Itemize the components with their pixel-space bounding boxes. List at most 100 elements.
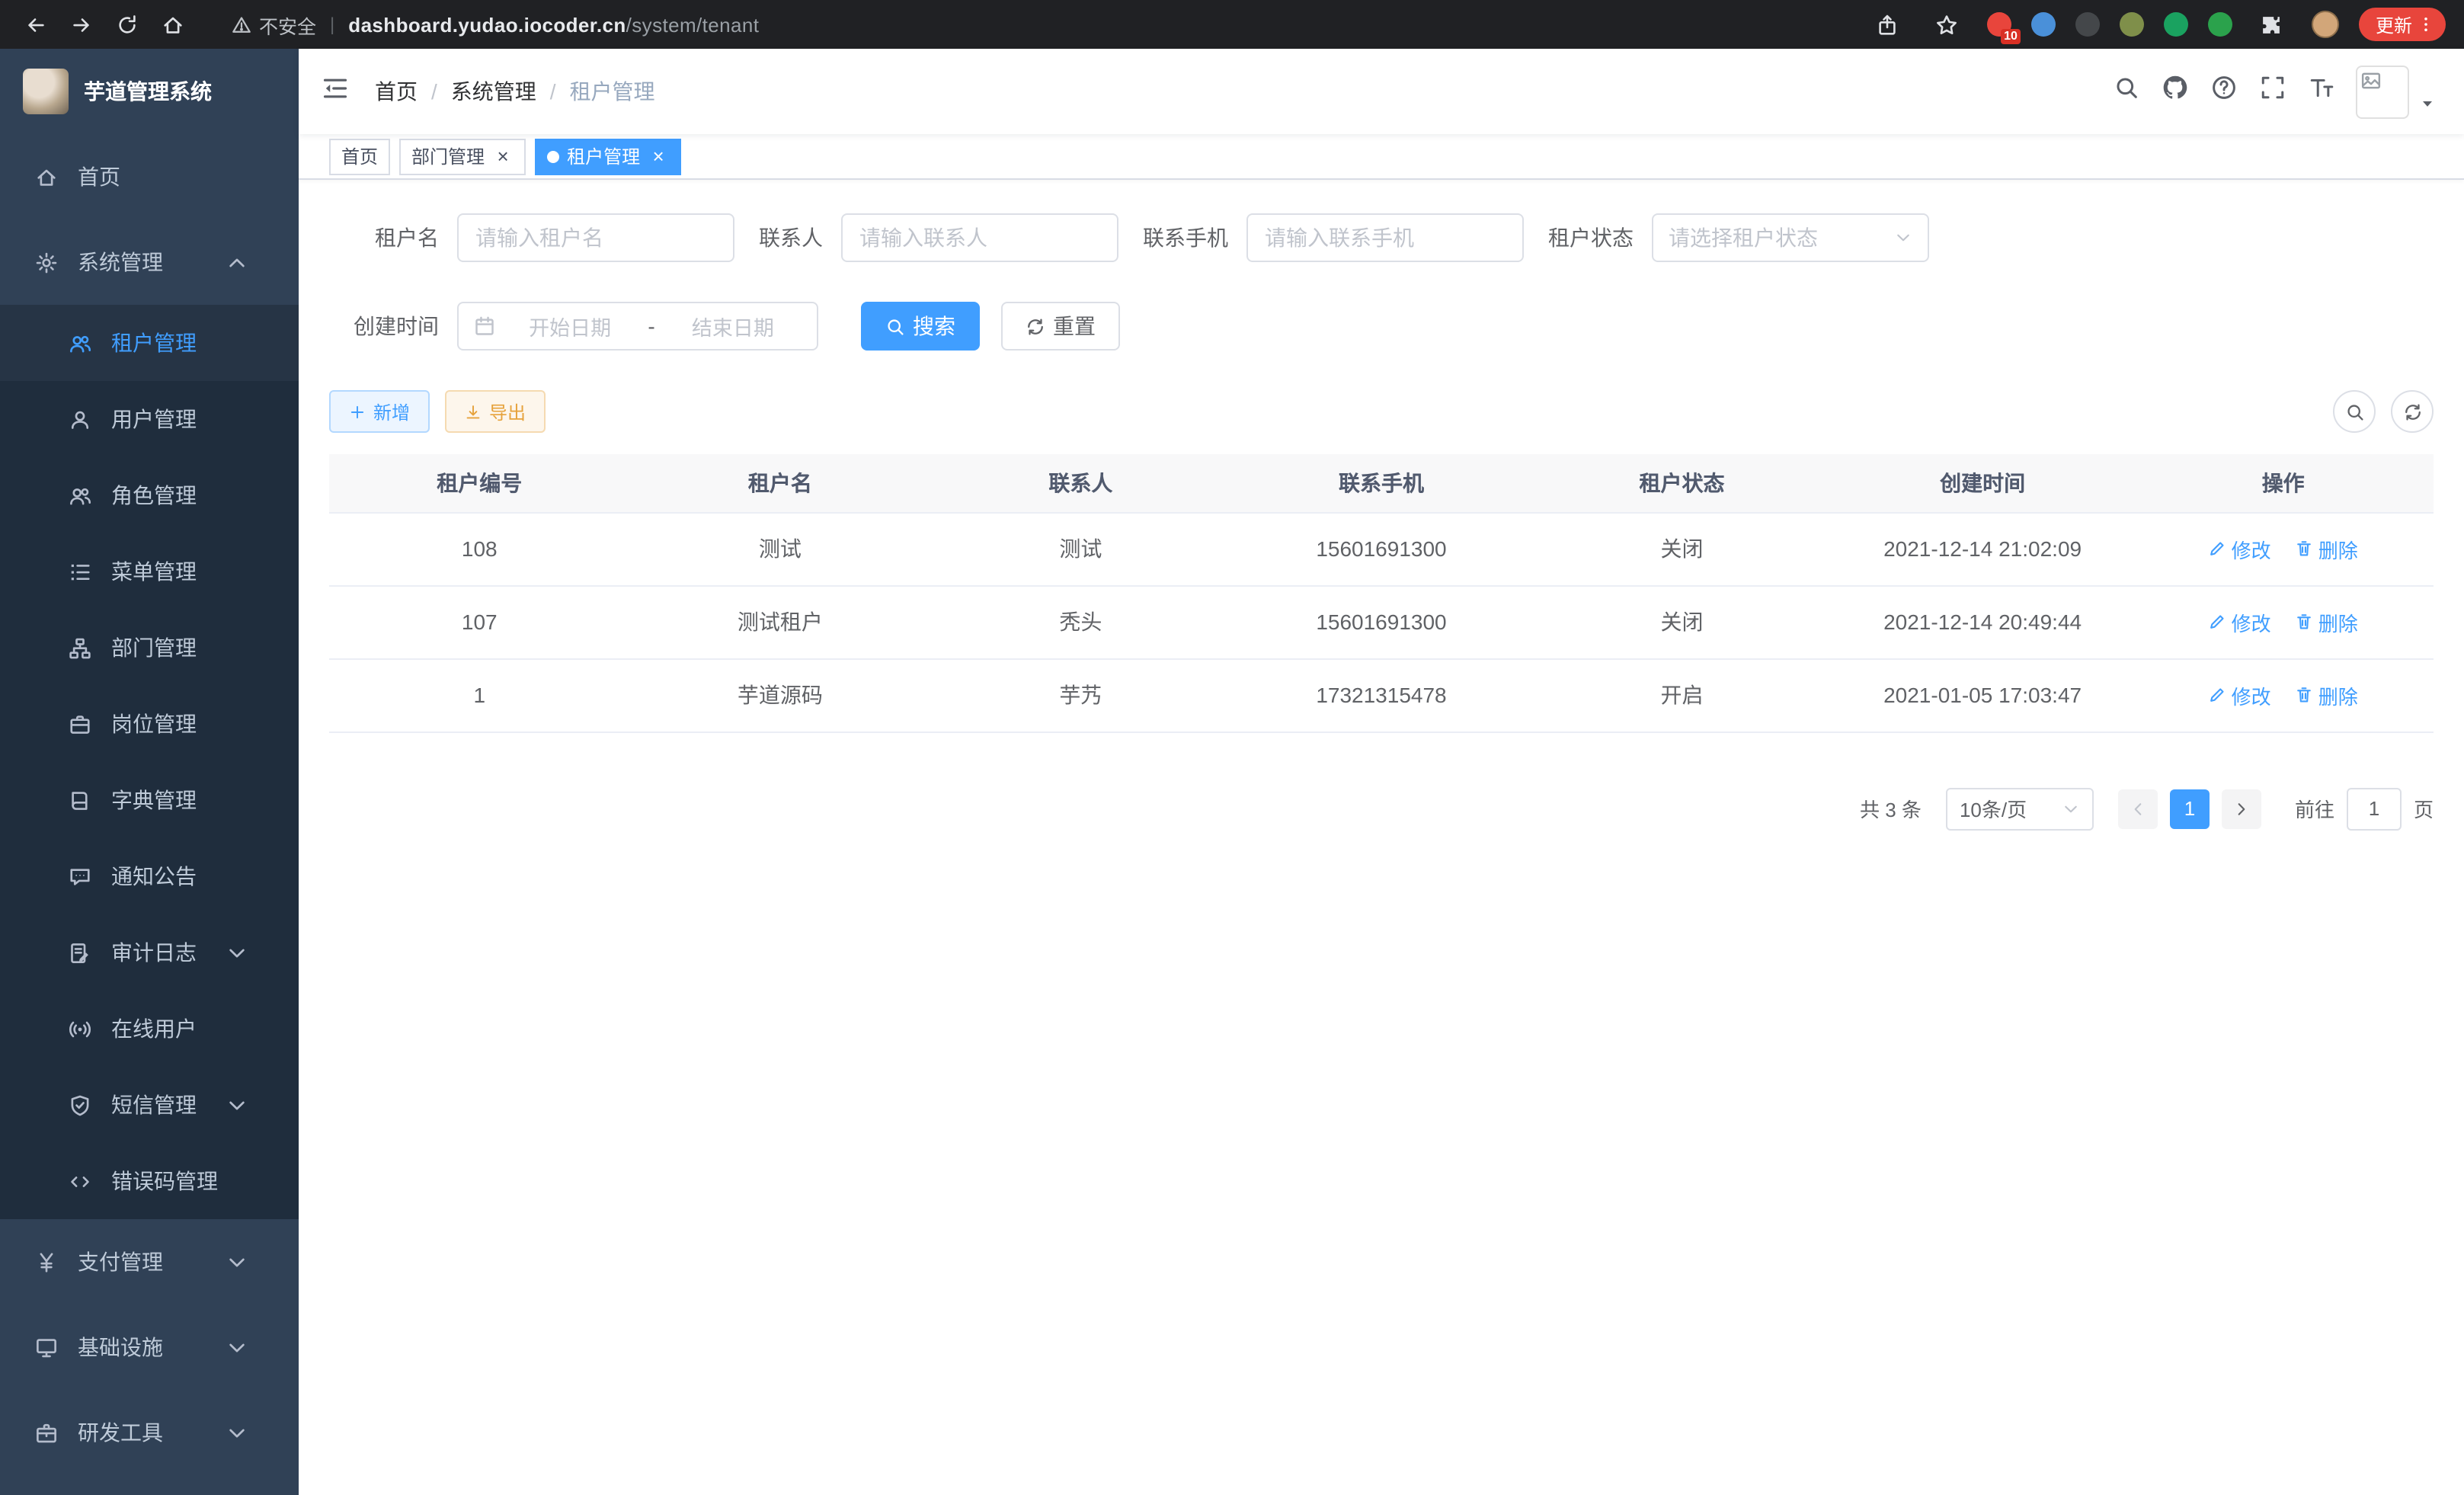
refresh-table-button[interactable] <box>2391 390 2434 433</box>
sidebar-item-user[interactable]: 用户管理 <box>0 381 299 457</box>
column-header: 租户编号 <box>329 454 630 512</box>
update-button[interactable]: 更新 <box>2359 8 2446 41</box>
sidebar-item-label: 岗位管理 <box>111 709 197 739</box>
current-page-button[interactable]: 1 <box>2170 789 2210 828</box>
add-button-label: 新增 <box>373 399 410 424</box>
sidebar-item-dept[interactable]: 部门管理 <box>0 610 299 686</box>
tab-3[interactable]: 租户管理× <box>535 138 681 174</box>
question-button[interactable] <box>2211 75 2237 108</box>
sidebar-item-label: 字典管理 <box>111 785 197 815</box>
github-button[interactable] <box>2162 75 2188 108</box>
sidebar-item-role[interactable]: 角色管理 <box>0 457 299 533</box>
sidebar-item-infra[interactable]: 基础设施 <box>0 1305 299 1390</box>
filter-input-3[interactable] <box>1246 213 1524 262</box>
fold-icon <box>322 74 349 101</box>
sidebar-item-devtool[interactable]: 研发工具 <box>0 1390 299 1475</box>
next-page-button[interactable] <box>2222 789 2261 828</box>
tab-1[interactable]: 首页 <box>329 138 390 174</box>
font-size-button[interactable] <box>2309 75 2334 108</box>
page-unit-label: 页 <box>2414 794 2434 823</box>
address-bar[interactable]: 不安全 | dashboard.yudao.iocoder.cn/system/… <box>232 10 1868 39</box>
cell-id: 107 <box>329 585 630 658</box>
close-icon[interactable]: × <box>648 146 669 167</box>
security-status[interactable]: 不安全 <box>232 10 316 39</box>
sidebar-item-home[interactable]: 首页 <box>0 134 299 219</box>
sidebar-toggle-button[interactable] <box>299 74 372 109</box>
reset-button[interactable]: 重置 <box>1001 302 1120 351</box>
date-range-picker[interactable]: 开始日期 - 结束日期 <box>457 302 818 351</box>
sidebar-item-label: 用户管理 <box>111 404 197 434</box>
date-start-input[interactable]: 开始日期 <box>501 311 638 341</box>
column-header: 租户名 <box>630 454 931 512</box>
user-avatar[interactable] <box>2356 65 2409 118</box>
avatar-caret-down-icon[interactable] <box>2418 94 2437 112</box>
filter-field-3: 联系手机 <box>1143 213 1524 262</box>
extension-red-icon[interactable]: 10 <box>1987 12 2011 37</box>
tenant-status-select[interactable]: 请选择租户状态 <box>1652 213 1929 262</box>
code-icon <box>67 1170 91 1192</box>
date-end-input[interactable]: 结束日期 <box>664 311 802 341</box>
delete-button[interactable]: 删除 <box>2296 534 2358 563</box>
page-size-select[interactable]: 10条/页 <box>1946 787 2094 830</box>
extension-dark-icon[interactable] <box>2075 12 2100 37</box>
edit-button[interactable]: 修改 <box>2209 680 2271 709</box>
extension-badge: 10 <box>2001 29 2021 44</box>
toggle-search-button[interactable] <box>2333 390 2376 433</box>
star-icon <box>1936 13 1959 36</box>
extension-teal-icon[interactable] <box>2208 12 2232 37</box>
sidebar-item-errorcode[interactable]: 错误码管理 <box>0 1143 299 1219</box>
chevron-down-icon <box>224 1421 248 1444</box>
question-icon <box>2211 75 2237 101</box>
goto-page-input[interactable] <box>2347 787 2402 830</box>
chevron-up-icon <box>224 251 248 274</box>
extension-olive-icon[interactable] <box>2120 12 2144 37</box>
sidebar-item-menu[interactable]: 菜单管理 <box>0 533 299 610</box>
edit-label: 修改 <box>2232 680 2271 709</box>
broken-image-icon <box>2360 69 2382 91</box>
edit-button[interactable]: 修改 <box>2209 607 2271 636</box>
browser-actions: 10 更新 <box>1868 5 2449 44</box>
app-body: 芋道管理系统 首页系统管理租户管理用户管理角色管理菜单管理部门管理岗位管理字典管… <box>0 49 2464 1495</box>
fullscreen-button[interactable] <box>2260 75 2286 108</box>
sidebar-item-post[interactable]: 岗位管理 <box>0 686 299 762</box>
app-logo[interactable]: 芋道管理系统 <box>0 49 299 134</box>
filter-input-2[interactable] <box>841 213 1118 262</box>
sidebar-item-auditlog[interactable]: 审计日志 <box>0 914 299 991</box>
table-header-row: 租户编号租户名联系人联系手机租户状态创建时间操作 <box>329 454 2434 512</box>
reload-button[interactable] <box>107 5 146 44</box>
export-button[interactable]: 导出 <box>445 390 546 433</box>
extension-blue-icon[interactable] <box>2031 12 2056 37</box>
search-button[interactable] <box>2114 75 2139 108</box>
home-button[interactable] <box>152 5 192 44</box>
cell-created: 2021-12-14 20:49:44 <box>1832 585 2133 658</box>
delete-button[interactable]: 删除 <box>2296 680 2358 709</box>
sidebar-item-label: 系统管理 <box>78 247 163 277</box>
extensions-button[interactable] <box>2252 5 2292 44</box>
sms-icon <box>67 1093 91 1116</box>
sidebar-item-notice[interactable]: 通知公告 <box>0 838 299 914</box>
cell-phone: 15601691300 <box>1231 512 1532 585</box>
edit-button[interactable]: 修改 <box>2209 534 2271 563</box>
delete-button[interactable]: 删除 <box>2296 607 2358 636</box>
extension-green-icon[interactable] <box>2164 12 2188 37</box>
breadcrumb-item-2[interactable]: 系统管理 <box>451 76 536 107</box>
sidebar-item-tenant[interactable]: 租户管理 <box>0 305 299 381</box>
back-button[interactable] <box>15 5 55 44</box>
sidebar-item-online[interactable]: 在线用户 <box>0 991 299 1067</box>
tab-2[interactable]: 部门管理× <box>399 138 526 174</box>
filter-input-1[interactable] <box>457 213 734 262</box>
share-button[interactable] <box>1868 5 1908 44</box>
prev-page-button[interactable] <box>2118 789 2158 828</box>
close-icon[interactable]: × <box>492 146 514 167</box>
search-button[interactable]: 搜索 <box>861 302 980 351</box>
sidebar-item-sms[interactable]: 短信管理 <box>0 1067 299 1143</box>
profile-avatar[interactable] <box>2312 11 2339 38</box>
sidebar-item-system[interactable]: 系统管理 <box>0 219 299 305</box>
tool-icon <box>34 1421 58 1444</box>
sidebar-item-pay[interactable]: 支付管理 <box>0 1219 299 1305</box>
breadcrumb-item-1[interactable]: 首页 <box>375 76 418 107</box>
add-button[interactable]: 新增 <box>329 390 430 433</box>
sidebar-item-dict[interactable]: 字典管理 <box>0 762 299 838</box>
forward-button[interactable] <box>61 5 101 44</box>
bookmark-button[interactable] <box>1928 5 1967 44</box>
